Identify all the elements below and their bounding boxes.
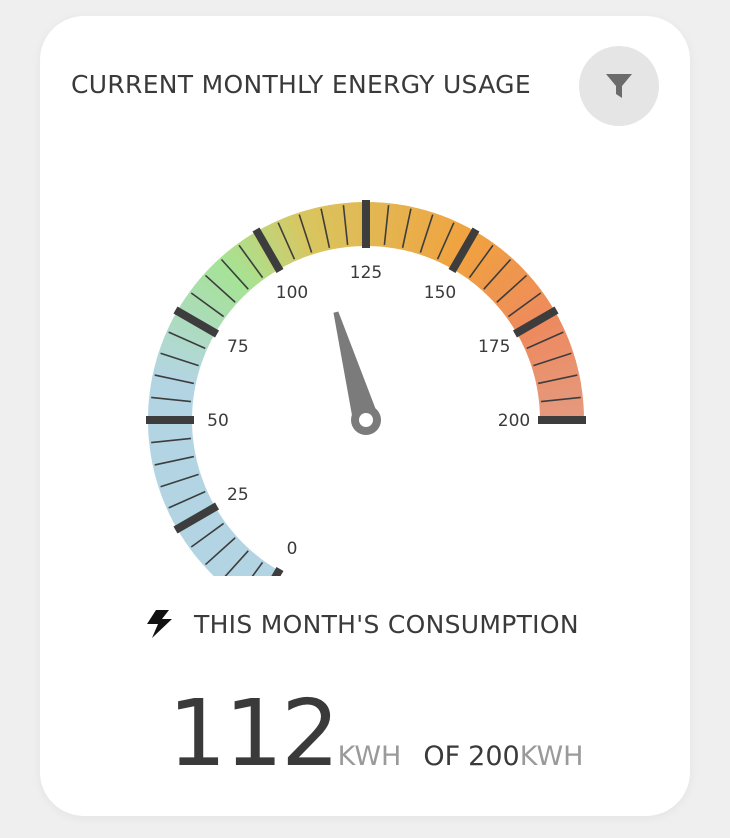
gauge-tick-label: 0 — [287, 539, 298, 559]
gauge-tick-label: 75 — [227, 337, 249, 357]
energy-gauge: 0 25 50 75 100 125 150 175 200 — [146, 200, 586, 576]
gauge-tick-label: 200 — [498, 411, 530, 431]
consumption-label: THIS MONTH'S CONSUMPTION — [194, 609, 579, 639]
gauge-needle-hub-center — [359, 413, 373, 427]
consumption-value-row: 112 KWH OF 200 KWH — [168, 688, 583, 780]
gauge-tick-label: 100 — [276, 283, 308, 303]
gauge-tick-label: 125 — [350, 263, 382, 283]
max-unit: KWH — [519, 741, 584, 772]
max-value: 200 — [468, 741, 520, 772]
consumption-header: THIS MONTH'S CONSUMPTION — [144, 608, 579, 640]
lightning-bolt-icon — [147, 610, 172, 638]
energy-usage-card: CURRENT MONTHLY ENERGY USAGE 0 25 50 75 100 1… — [40, 16, 690, 816]
gauge-needle — [333, 311, 381, 435]
gauge-tick-label: 50 — [207, 411, 229, 431]
gauge-tick-label: 25 — [227, 485, 249, 505]
consumption-unit: KWH — [337, 741, 402, 772]
of-label: OF — [423, 741, 461, 772]
gauge-tick-label: 175 — [478, 337, 510, 357]
gauge-tick-label: 150 — [424, 283, 456, 303]
consumption-value: 112 — [168, 680, 340, 787]
